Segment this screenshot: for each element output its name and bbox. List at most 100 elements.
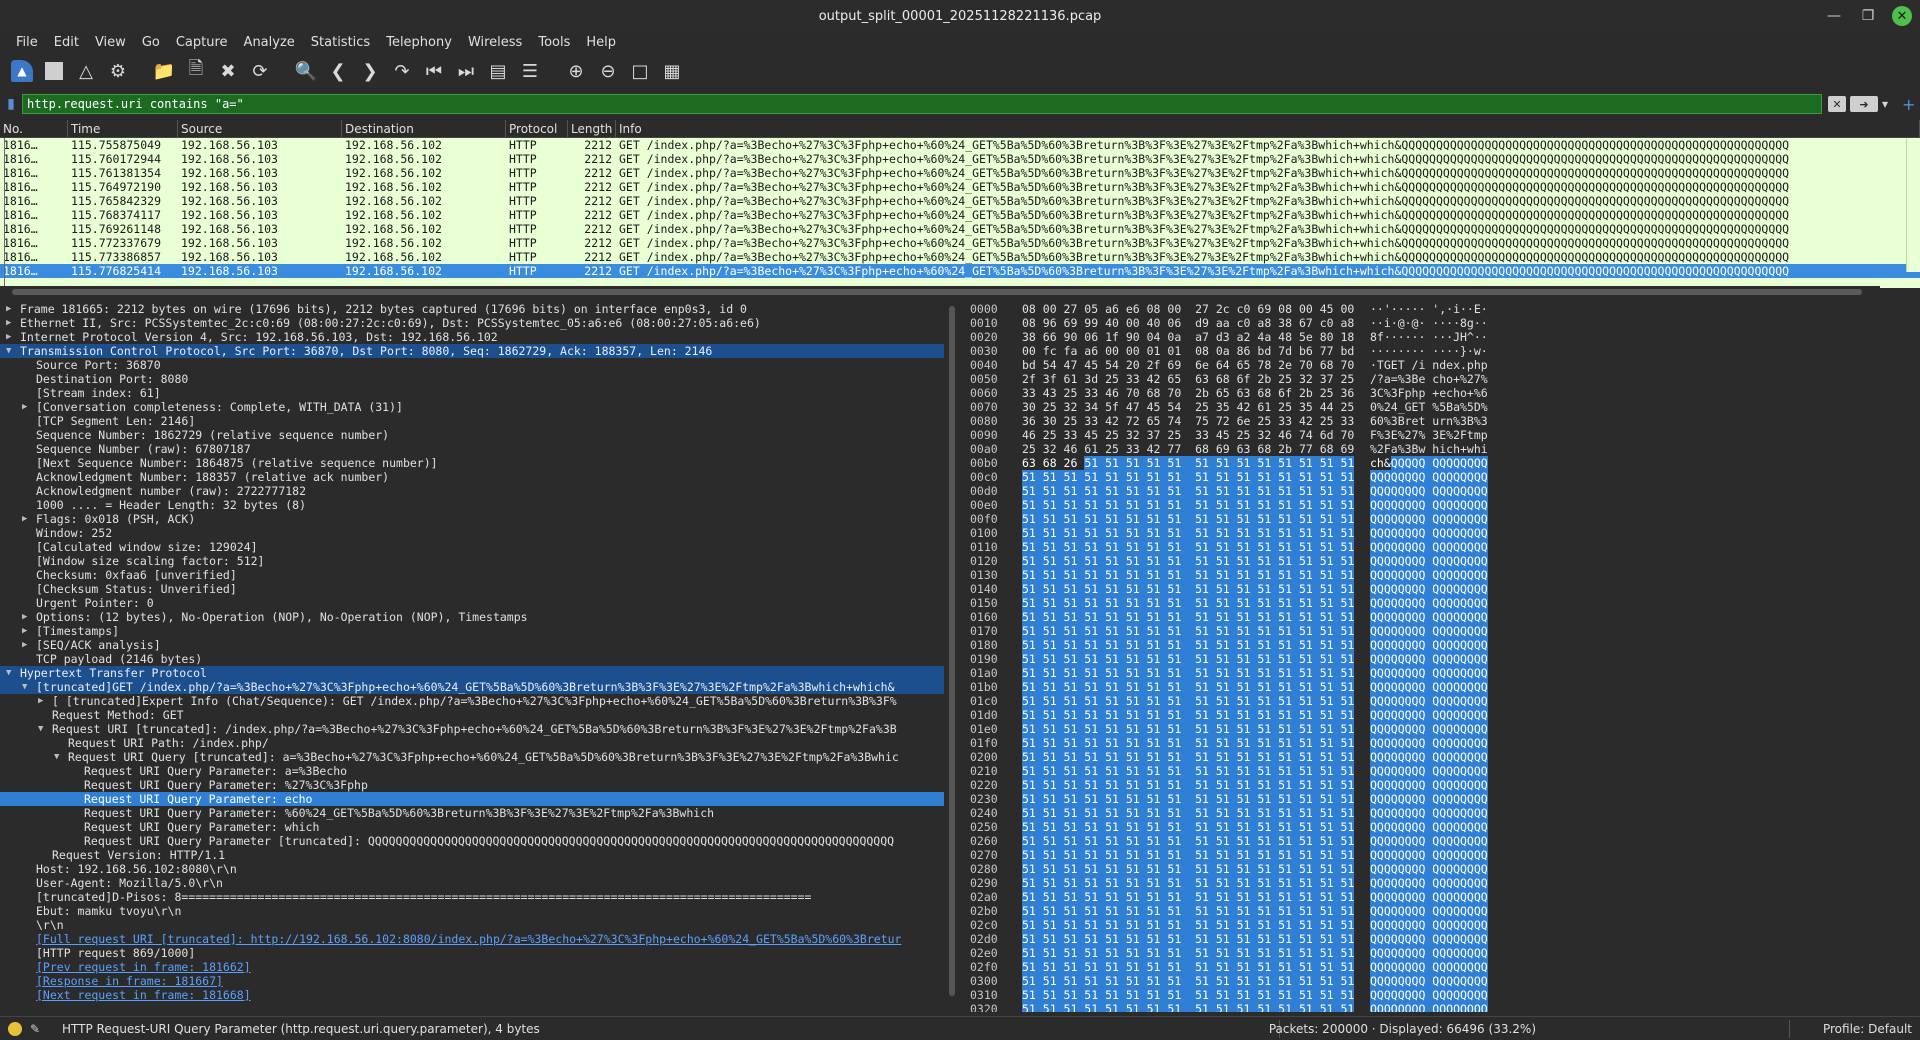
bytes-row[interactable]: 0320 51 51 51 51 51 51 51 51 51 51 51 51 … bbox=[960, 1002, 1906, 1012]
detail-tree-item[interactable]: Request URI Query Parameter: a=%3Becho bbox=[0, 764, 944, 778]
detail-tree-item[interactable]: [Next request in frame: 181668] bbox=[0, 988, 944, 1002]
detail-tree-item[interactable]: ▶ Frame 181665: 2212 bytes on wire (17696… bbox=[0, 302, 944, 316]
maximize-icon[interactable]: ❐ bbox=[1858, 6, 1878, 26]
bytes-row[interactable]: 01f0 51 51 51 51 51 51 51 51 51 51 51 51 … bbox=[960, 736, 1906, 750]
packet-row[interactable]: 1816… 115.765842329 192.168.56.103 192.168.… bbox=[0, 194, 1920, 208]
detail-tree-item[interactable]: [Next Sequence Number: 1864875 (relative… bbox=[0, 456, 944, 470]
detail-tree-item[interactable]: Request Method: GET bbox=[0, 708, 944, 722]
detail-tree-item[interactable]: Checksum: 0xfaa6 [unverified] bbox=[0, 568, 944, 582]
detail-tree-item[interactable]: ▶ Flags: 0x018 (PSH, ACK) bbox=[0, 512, 944, 526]
resize-columns-button[interactable]: ▦ bbox=[658, 57, 686, 85]
detail-tree-item[interactable]: ▼ Request URI Query [truncated]: a=%3Bech… bbox=[0, 750, 944, 764]
column-header-source[interactable]: Source bbox=[178, 120, 342, 137]
detail-tree-item[interactable]: Request URI Query Parameter [truncated]:… bbox=[0, 834, 944, 848]
bytes-row[interactable]: 00c0 51 51 51 51 51 51 51 51 51 51 51 51 … bbox=[960, 470, 1906, 484]
detail-tree-item[interactable]: ▼ Transmission Control Protocol, Src Port… bbox=[0, 344, 944, 358]
bytes-row[interactable]: 0080 36 30 25 33 42 72 65 74 75 72 6e 25 … bbox=[960, 414, 1906, 428]
apply-filter-icon[interactable]: ➜ bbox=[1850, 96, 1878, 112]
close-file-button[interactable]: ✖ bbox=[214, 57, 242, 85]
bytes-row[interactable]: 0250 51 51 51 51 51 51 51 51 51 51 51 51 … bbox=[960, 820, 1906, 834]
detail-tree-item[interactable]: [truncated]D-Pisos: 8===================… bbox=[0, 890, 944, 904]
bytes-row[interactable]: 0180 51 51 51 51 51 51 51 51 51 51 51 51 … bbox=[960, 638, 1906, 652]
bytes-row[interactable]: 00e0 51 51 51 51 51 51 51 51 51 51 51 51 … bbox=[960, 498, 1906, 512]
detail-tree-item[interactable]: [Prev request in frame: 181662] bbox=[0, 960, 944, 974]
filter-history-dropdown-icon[interactable]: ▾ bbox=[1882, 97, 1888, 111]
detail-tree-item[interactable]: User-Agent: Mozilla/5.0\r\n bbox=[0, 876, 944, 890]
menu-go[interactable]: Go bbox=[134, 35, 168, 50]
menu-statistics[interactable]: Statistics bbox=[303, 35, 378, 50]
detail-tree-item[interactable]: \r\n bbox=[0, 918, 944, 932]
bytes-row[interactable]: 0090 46 25 33 45 25 32 37 25 33 45 25 32 … bbox=[960, 428, 1906, 442]
save-file-button[interactable]: 🗎 bbox=[182, 57, 210, 85]
packet-list-scrollbar[interactable] bbox=[1906, 138, 1920, 272]
bytes-row[interactable]: 00f0 51 51 51 51 51 51 51 51 51 51 51 51 … bbox=[960, 512, 1906, 526]
detail-tree-item[interactable]: Request URI Query Parameter: echo bbox=[0, 792, 944, 806]
bytes-row[interactable]: 00a0 25 32 46 61 25 33 42 77 68 69 63 68 … bbox=[960, 442, 1906, 456]
bytes-row[interactable]: 02d0 51 51 51 51 51 51 51 51 51 51 51 51 … bbox=[960, 932, 1906, 946]
menu-help[interactable]: Help bbox=[578, 35, 624, 50]
bytes-row[interactable]: 01c0 51 51 51 51 51 51 51 51 51 51 51 51 … bbox=[960, 694, 1906, 708]
bytes-row[interactable]: 0120 51 51 51 51 51 51 51 51 51 51 51 51 … bbox=[960, 554, 1906, 568]
detail-tree-item[interactable]: [Response in frame: 181667] bbox=[0, 974, 944, 988]
detail-tree-item[interactable]: [Stream index: 61] bbox=[0, 386, 944, 400]
detail-tree-item[interactable]: TCP payload (2146 bytes) bbox=[0, 652, 944, 666]
detail-tree-item[interactable]: Window: 252 bbox=[0, 526, 944, 540]
colorize-button[interactable]: ☰ bbox=[516, 57, 544, 85]
add-filter-button-icon[interactable]: + bbox=[1902, 95, 1915, 114]
bytes-row[interactable]: 0050 2f 3f 61 3d 25 33 42 65 63 68 6f 2b … bbox=[960, 372, 1906, 386]
detail-tree-item[interactable]: Request URI Query Parameter: which bbox=[0, 820, 944, 834]
open-file-button[interactable]: 📁 bbox=[150, 57, 178, 85]
autoscroll-button[interactable]: ▤ bbox=[484, 57, 512, 85]
expert-info-indicator-icon[interactable] bbox=[8, 1021, 22, 1036]
expand-arrow-down-icon[interactable]: ▼ bbox=[6, 344, 16, 358]
bytes-row[interactable]: 0150 51 51 51 51 51 51 51 51 51 51 51 51 … bbox=[960, 596, 1906, 610]
bytes-row[interactable]: 0270 51 51 51 51 51 51 51 51 51 51 51 51 … bbox=[960, 848, 1906, 862]
bytes-row[interactable]: 01e0 51 51 51 51 51 51 51 51 51 51 51 51 … bbox=[960, 722, 1906, 736]
bytes-row[interactable]: 0240 51 51 51 51 51 51 51 51 51 51 51 51 … bbox=[960, 806, 1906, 820]
detail-tree-item[interactable]: Request URI Path: /index.php/ bbox=[0, 736, 944, 750]
bytes-row[interactable]: 0130 51 51 51 51 51 51 51 51 51 51 51 51 … bbox=[960, 568, 1906, 582]
menu-telephony[interactable]: Telephony bbox=[378, 35, 460, 50]
detail-tree-item[interactable]: ▶ [Timestamps] bbox=[0, 624, 944, 638]
bytes-row[interactable]: 0110 51 51 51 51 51 51 51 51 51 51 51 51 … bbox=[960, 540, 1906, 554]
find-packet-button[interactable]: 🔍 bbox=[292, 57, 320, 85]
expand-arrow-right-icon[interactable]: ▶ bbox=[6, 330, 16, 344]
detail-tree-item[interactable]: [Checksum Status: Unverified] bbox=[0, 582, 944, 596]
expand-arrow-down-icon[interactable]: ▼ bbox=[6, 666, 16, 680]
menu-capture[interactable]: Capture bbox=[168, 35, 236, 50]
expand-arrow-right-icon[interactable]: ▶ bbox=[22, 624, 32, 638]
detail-tree-item[interactable]: ▶ [ [truncated]Expert Info (Chat/Sequence… bbox=[0, 694, 944, 708]
bytes-row[interactable]: 02c0 51 51 51 51 51 51 51 51 51 51 51 51 … bbox=[960, 918, 1906, 932]
detail-tree-item[interactable]: ▶ [Conversation completeness: Complete, W… bbox=[0, 400, 944, 414]
bytes-row[interactable]: 0210 51 51 51 51 51 51 51 51 51 51 51 51 … bbox=[960, 764, 1906, 778]
bytes-row[interactable]: 0040 bd 54 47 45 54 20 2f 69 6e 64 65 78 … bbox=[960, 358, 1906, 372]
bytes-row[interactable]: 0310 51 51 51 51 51 51 51 51 51 51 51 51 … bbox=[960, 988, 1906, 1002]
bytes-row[interactable]: 01b0 51 51 51 51 51 51 51 51 51 51 51 51 … bbox=[960, 680, 1906, 694]
expand-arrow-right-icon[interactable]: ▶ bbox=[38, 694, 48, 708]
detail-tree-item[interactable]: Source Port: 36870 bbox=[0, 358, 944, 372]
detail-tree-item[interactable]: Request URI Query Parameter: %27%3C%3Fph… bbox=[0, 778, 944, 792]
last-packet-button[interactable]: ⏭ bbox=[452, 57, 480, 85]
start-capture-button[interactable]: ▲ bbox=[8, 57, 36, 85]
detail-tree-item[interactable]: ▼ Request URI [truncated]: /index.php/?a=… bbox=[0, 722, 944, 736]
detail-tree-item[interactable]: Sequence Number (raw): 67807187 bbox=[0, 442, 944, 456]
expand-arrow-right-icon[interactable]: ▶ bbox=[22, 400, 32, 414]
bytes-row[interactable]: 0190 51 51 51 51 51 51 51 51 51 51 51 51 … bbox=[960, 652, 1906, 666]
packet-row[interactable]: 1816… 115.768374117 192.168.56.103 192.168.… bbox=[0, 208, 1920, 222]
packet-row[interactable]: 1816… 115.755875049 192.168.56.103 192.168.… bbox=[0, 138, 1920, 152]
packet-list-hscrollbar[interactable] bbox=[0, 286, 1880, 298]
bytes-row[interactable]: 01a0 51 51 51 51 51 51 51 51 51 51 51 51 … bbox=[960, 666, 1906, 680]
bytes-row[interactable]: 02a0 51 51 51 51 51 51 51 51 51 51 51 51 … bbox=[960, 890, 1906, 904]
bytes-row[interactable]: 00b0 63 68 26 51 51 51 51 51 51 51 51 51 … bbox=[960, 456, 1906, 470]
capture-options-button[interactable]: ⚙ bbox=[104, 57, 132, 85]
detail-tree-item[interactable]: [TCP Segment Len: 2146] bbox=[0, 414, 944, 428]
menu-edit[interactable]: Edit bbox=[46, 35, 87, 50]
details-scrollbar[interactable] bbox=[944, 302, 960, 1012]
bytes-row[interactable]: 0030 00 fc fa a6 00 00 01 01 08 0a 86 bd … bbox=[960, 344, 1906, 358]
clear-filter-icon[interactable]: ✕ bbox=[1828, 96, 1846, 112]
packet-row[interactable]: 1816… 115.769261148 192.168.56.103 192.168.… bbox=[0, 222, 1920, 236]
bytes-row[interactable]: 0060 33 43 25 33 46 70 68 70 2b 65 63 68 … bbox=[960, 386, 1906, 400]
packet-row[interactable]: 1816… 115.761381354 192.168.56.103 192.168.… bbox=[0, 166, 1920, 180]
stop-capture-button[interactable] bbox=[40, 57, 68, 85]
detail-tree-item[interactable]: Sequence Number: 1862729 (relative seque… bbox=[0, 428, 944, 442]
